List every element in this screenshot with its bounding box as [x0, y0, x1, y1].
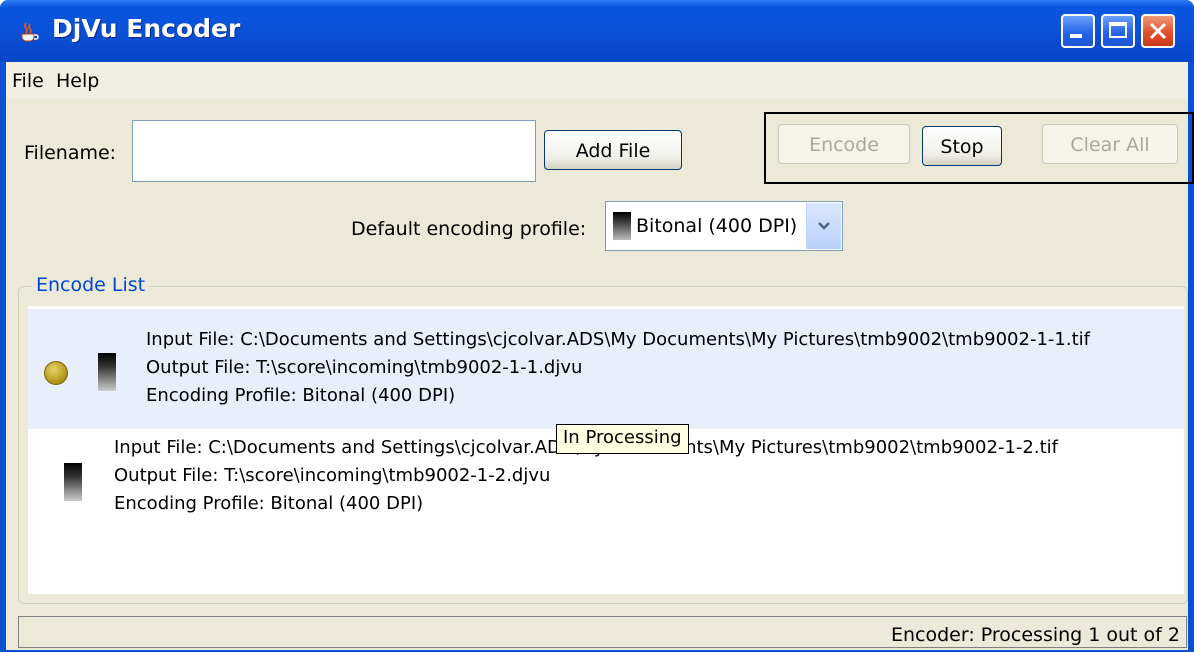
menu-help[interactable]: Help [56, 70, 99, 92]
profile-selected-value: Bitonal (400 DPI) [636, 215, 798, 237]
close-button[interactable] [1141, 14, 1175, 48]
filename-label: Filename: [24, 142, 117, 164]
app-window: DjVu Encoder File Help Filename: Add Fil… [0, 0, 1194, 652]
clear-all-button[interactable]: Clear All [1042, 124, 1178, 164]
encode-button[interactable]: Encode [778, 124, 910, 164]
bitonal-profile-icon [613, 212, 631, 240]
processing-status-icon [44, 361, 68, 385]
title-bar[interactable]: DjVu Encoder [0, 0, 1194, 62]
profile-select[interactable]: Bitonal (400 DPI) [605, 201, 843, 251]
output-file-text: Output File: T:\score\incoming\tmb9002-1… [146, 357, 583, 378]
window-title: DjVu Encoder [52, 14, 241, 43]
encode-list-title: Encode List [32, 274, 150, 296]
bitonal-profile-icon [64, 463, 82, 501]
bitonal-profile-icon [98, 353, 116, 391]
encoding-profile-text: Encoding Profile: Bitonal (400 DPI) [146, 385, 456, 406]
encoding-profile-text: Encoding Profile: Bitonal (400 DPI) [114, 493, 424, 514]
close-icon [1149, 22, 1167, 40]
java-cup-icon [21, 22, 39, 42]
minimize-button[interactable] [1061, 14, 1095, 48]
processing-tooltip: In Processing [556, 424, 689, 454]
status-text: Encoder: Processing 1 out of 2 [890, 624, 1180, 646]
maximize-button[interactable] [1101, 14, 1135, 48]
menu-bar: File Help [6, 62, 1188, 98]
client-area: File Help Filename: Add File Encode Stop… [6, 62, 1194, 650]
maximize-icon [1109, 22, 1127, 38]
input-file-text: Input File: C:\Documents and Settings\cj… [146, 329, 1090, 350]
output-file-text: Output File: T:\score\incoming\tmb9002-1… [114, 465, 551, 486]
add-file-button[interactable]: Add File [544, 130, 682, 170]
menu-file[interactable]: File [12, 70, 44, 92]
status-bar-left-panel [18, 616, 33, 648]
list-item[interactable]: Input File: C:\Documents and Settings\cj… [28, 309, 1184, 429]
minimize-icon [1070, 34, 1082, 38]
status-bar-main-panel: Encoder: Processing 1 out of 2 [32, 616, 1187, 648]
status-bar: Encoder: Processing 1 out of 2 [12, 612, 1188, 648]
chevron-down-icon[interactable] [806, 203, 841, 249]
filename-input[interactable] [132, 120, 536, 182]
profile-label: Default encoding profile: [351, 218, 587, 240]
stop-button[interactable]: Stop [922, 126, 1002, 166]
